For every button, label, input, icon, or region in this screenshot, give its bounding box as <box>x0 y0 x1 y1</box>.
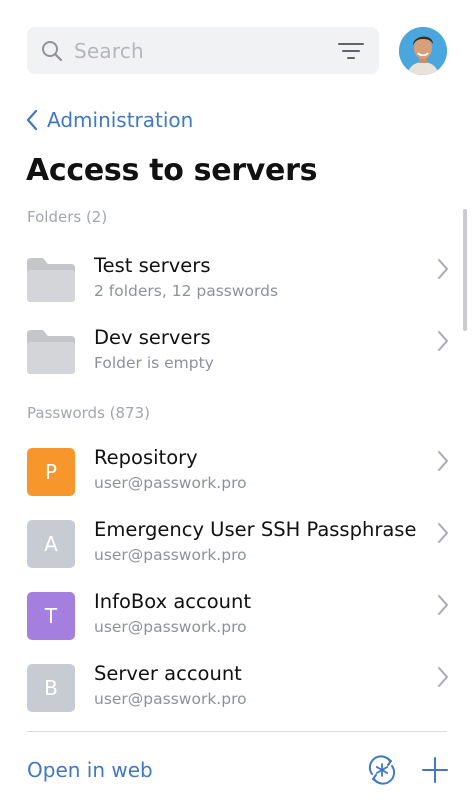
folder-subtitle: 2 folders, 12 passwords <box>94 282 279 300</box>
scrollbar[interactable] <box>463 209 467 331</box>
password-title: Server account <box>94 662 242 685</box>
chevron-right-icon <box>438 667 448 687</box>
password-letter-tile: B <box>27 664 75 712</box>
chevron-left-icon <box>26 109 38 131</box>
password-letter-tile: P <box>27 448 75 496</box>
password-title: Repository <box>94 446 198 469</box>
folder-title: Dev servers <box>94 326 211 349</box>
folder-icon <box>27 258 75 302</box>
search-bar[interactable]: Search <box>27 27 379 74</box>
password-title: InfoBox account <box>94 590 252 613</box>
password-title: Emergency User SSH Passphrase <box>94 518 417 541</box>
chevron-right-icon <box>438 451 448 471</box>
password-login: user@passwork.pro <box>94 690 247 708</box>
folder-icon <box>27 330 75 374</box>
folder-title: Test servers <box>94 254 211 277</box>
breadcrumb-label: Administration <box>47 108 194 132</box>
password-row-emergency-user[interactable]: A Emergency User SSH Passphrase user@pas… <box>0 518 474 584</box>
password-letter-tile: A <box>27 520 75 568</box>
footer-divider <box>27 731 447 732</box>
folder-row-test-servers[interactable]: Test servers 2 folders, 12 passwords <box>0 254 474 320</box>
folder-row-dev-servers[interactable]: Dev servers Folder is empty <box>0 326 474 392</box>
search-input[interactable]: Search <box>74 39 144 63</box>
password-row-infobox[interactable]: T InfoBox account user@passwork.pro <box>0 590 474 656</box>
chevron-right-icon <box>438 523 448 543</box>
password-login: user@passwork.pro <box>94 546 247 564</box>
open-in-web-link[interactable]: Open in web <box>27 758 153 782</box>
breadcrumb-back-link[interactable]: Administration <box>25 108 193 132</box>
search-icon <box>42 41 63 62</box>
page-title: Access to servers <box>26 153 318 188</box>
password-login: user@passwork.pro <box>94 618 247 636</box>
password-row-server-account[interactable]: B Server account user@passwork.pro <box>0 662 474 728</box>
plus-icon[interactable] <box>421 756 449 784</box>
password-login: user@passwork.pro <box>94 474 247 492</box>
avatar[interactable] <box>399 27 447 75</box>
chevron-right-icon <box>438 331 448 351</box>
passwords-section-label: Passwords (873) <box>27 404 150 422</box>
folder-subtitle: Folder is empty <box>94 354 214 372</box>
password-generator-icon[interactable] <box>366 754 398 786</box>
password-letter-tile: T <box>27 592 75 640</box>
chevron-right-icon <box>438 595 448 615</box>
password-row-repository[interactable]: P Repository user@passwork.pro <box>0 446 474 512</box>
folders-section-label: Folders (2) <box>27 208 108 226</box>
chevron-right-icon <box>438 259 448 279</box>
filter-icon[interactable] <box>338 41 364 61</box>
